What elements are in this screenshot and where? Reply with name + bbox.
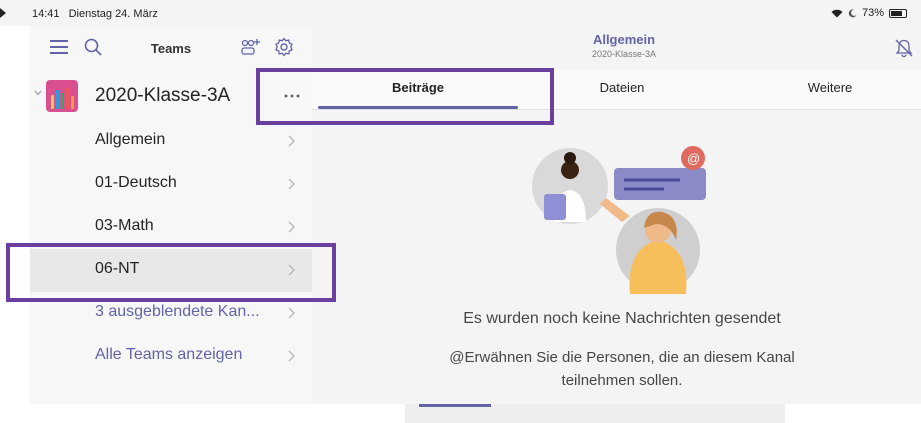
all-teams-label: Alle Teams anzeigen <box>95 346 243 363</box>
tab-weitere[interactable]: Weitere <box>730 80 921 95</box>
hidden-channels-label: 3 ausgeblendete Kan... <box>95 303 260 320</box>
empty-conversation-illustration: @ <box>532 146 706 294</box>
wifi-icon <box>831 9 843 17</box>
sidebar-header: Teams <box>30 26 312 70</box>
chevron-down-icon[interactable] <box>34 89 42 97</box>
channel-label: Allgemein <box>95 131 166 148</box>
chevron-right-icon <box>288 350 295 362</box>
all-teams-link[interactable]: Alle Teams anzeigen <box>30 335 312 378</box>
team-avatar <box>46 80 78 112</box>
bell-muted-icon[interactable] <box>894 38 914 58</box>
empty-state-hint: @Erwähnen Sie die Personen, die an diese… <box>449 349 795 389</box>
status-time: 14:41 <box>32 8 60 20</box>
status-date: Dienstag 24. März <box>68 8 158 20</box>
empty-state-title: Es wurden noch keine Nachrichten gesende… <box>463 310 781 327</box>
highlight-tab-beitraege <box>256 68 554 125</box>
ipad-screen: 14:41 Dienstag 24. März 73% Teams 2020-K… <box>0 0 921 423</box>
battery-percent: 73% <box>861 7 884 19</box>
moon-icon <box>848 8 857 17</box>
back-arrow-icon <box>0 8 6 18</box>
mention-badge: @ <box>687 151 700 166</box>
channel-label: 03-Math <box>95 217 154 234</box>
chevron-right-icon <box>288 135 295 147</box>
chevron-right-icon <box>288 307 295 319</box>
compose-bar[interactable] <box>405 404 785 423</box>
compose-indicator <box>419 404 491 407</box>
chevron-right-icon <box>288 221 295 233</box>
channel-header: Allgemein 2020-Klasse-3A <box>312 26 921 70</box>
channel-label: 01-Deutsch <box>95 174 177 191</box>
team-name: 2020-Klasse-3A <box>95 85 231 106</box>
add-team-icon[interactable] <box>240 38 260 56</box>
channel-subtitle: 2020-Klasse-3A <box>591 49 657 59</box>
sidebar-title: Teams <box>150 41 192 56</box>
chevron-right-icon <box>288 178 295 190</box>
highlight-channel-nt <box>6 243 336 302</box>
status-bar: 14:41 Dienstag 24. März 73% <box>0 0 921 26</box>
channel-item-deutsch[interactable]: 01-Deutsch <box>30 163 312 206</box>
channel-item-allgemein[interactable]: Allgemein <box>30 120 312 163</box>
battery-icon <box>889 8 907 18</box>
channel-title: Allgemein <box>592 32 656 47</box>
gear-icon[interactable] <box>274 37 294 57</box>
